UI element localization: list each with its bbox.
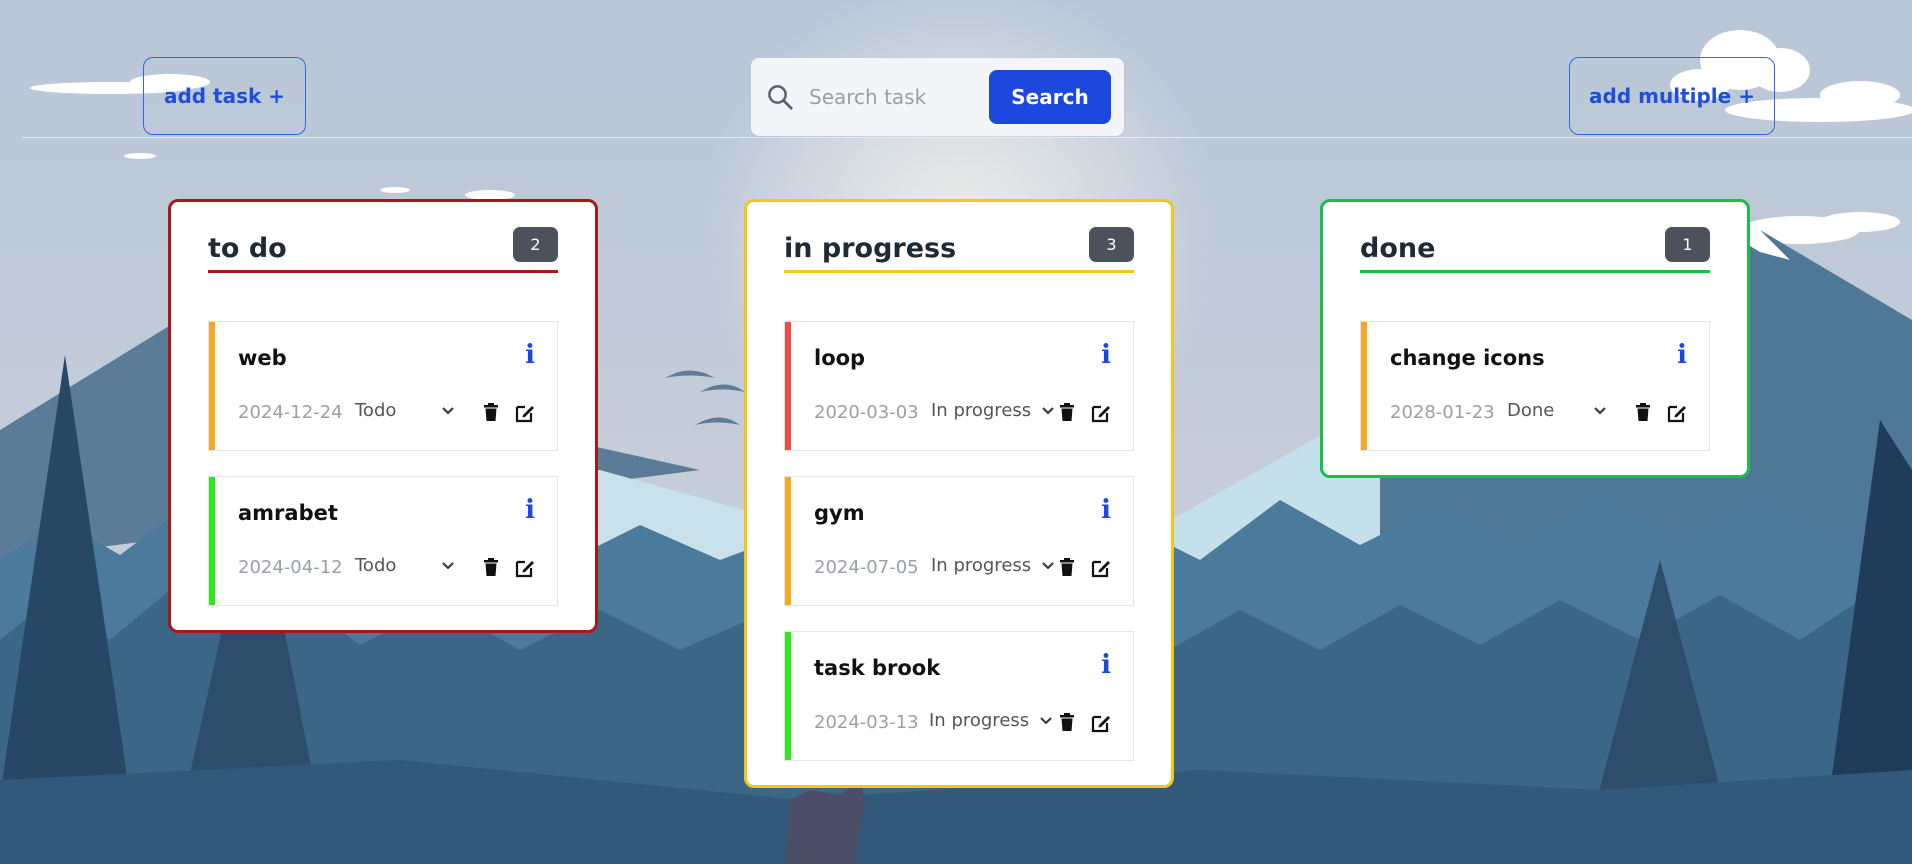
info-icon[interactable]: i [1677,340,1687,370]
trash-icon[interactable] [1633,402,1653,422]
trash-icon[interactable] [481,557,501,577]
search-button[interactable]: Search [989,70,1111,124]
trash-icon[interactable] [1057,557,1077,577]
status-value: In progress [931,400,1032,421]
task-card[interactable]: web i 2024-12-24 Todo [208,321,558,451]
status-select[interactable]: In progress [931,555,1055,576]
task-card[interactable]: loop i 2020-03-03 In progress [784,321,1134,451]
info-icon[interactable]: i [1101,495,1111,525]
status-select[interactable]: Done [1507,400,1607,421]
status-value: Todo [355,400,397,421]
edit-icon[interactable] [1666,402,1688,424]
task-card[interactable]: task brook i 2024-03-13 In progress [784,631,1134,761]
trash-icon[interactable] [1057,712,1077,732]
priority-indicator [785,322,791,450]
column-title: to do [208,233,287,264]
column-in-progress: in progress 3 loop i 2020-03-03 In progr… [744,199,1174,788]
priority-indicator [209,322,215,450]
task-count-badge: 1 [1665,227,1710,262]
task-date: 2028-01-23 [1390,402,1495,423]
task-card[interactable]: amrabet i 2024-04-12 Todo [208,476,558,606]
priority-indicator [785,477,791,605]
chevron-down-icon [442,406,454,414]
add-multiple-button[interactable]: add multiple + [1569,57,1775,135]
column-header: done 1 [1360,227,1710,273]
task-title: change icons [1390,346,1545,370]
priority-indicator [209,477,215,605]
status-value: In progress [931,555,1032,576]
task-date: 2020-03-03 [814,402,919,423]
chevron-down-icon [1042,406,1054,414]
chevron-down-icon [1040,716,1052,724]
task-title: loop [814,346,866,370]
edit-icon[interactable] [1090,557,1112,579]
column-title: done [1360,233,1436,264]
status-select[interactable]: Todo [355,400,455,421]
column-header: to do 2 [208,227,558,273]
task-count-badge: 2 [513,227,558,262]
status-value: Done [1507,400,1555,421]
chevron-down-icon [1594,406,1606,414]
header-bar: add task + Search add multiple + [0,0,1912,140]
chevron-down-icon [1042,561,1054,569]
task-title: web [238,346,287,370]
task-date: 2024-03-13 [814,712,919,733]
status-select[interactable]: In progress [929,710,1053,731]
info-icon[interactable]: i [525,340,535,370]
edit-icon[interactable] [1090,402,1112,424]
status-value: In progress [929,710,1030,731]
task-title: gym [814,501,865,525]
add-task-button[interactable]: add task + [143,57,306,135]
info-icon[interactable]: i [525,495,535,525]
task-count-badge: 3 [1089,227,1134,262]
column-done: done 1 change icons i 2028-01-23 Done [1320,199,1750,478]
column-title: in progress [784,233,957,264]
column-todo: to do 2 web i 2024-12-24 Todo amrabet i … [168,199,598,633]
priority-indicator [1361,322,1367,450]
edit-icon[interactable] [514,402,536,424]
task-title: amrabet [238,501,338,525]
edit-icon[interactable] [1090,712,1112,734]
trash-icon[interactable] [481,402,501,422]
task-card[interactable]: change icons i 2028-01-23 Done [1360,321,1710,451]
trash-icon[interactable] [1057,402,1077,422]
search-icon [768,85,793,110]
edit-icon[interactable] [514,557,536,579]
task-date: 2024-12-24 [238,402,343,423]
search-input[interactable] [807,84,977,110]
status-select[interactable]: Todo [355,555,455,576]
task-date: 2024-07-05 [814,557,919,578]
task-card[interactable]: gym i 2024-07-05 In progress [784,476,1134,606]
priority-indicator [785,632,791,760]
info-icon[interactable]: i [1101,650,1111,680]
chevron-down-icon [442,561,454,569]
column-header: in progress 3 [784,227,1134,273]
task-title: task brook [814,656,941,680]
status-value: Todo [355,555,397,576]
status-select[interactable]: In progress [931,400,1055,421]
search-bar: Search [751,58,1124,136]
info-icon[interactable]: i [1101,340,1111,370]
header-divider [22,137,1912,138]
task-date: 2024-04-12 [238,557,343,578]
